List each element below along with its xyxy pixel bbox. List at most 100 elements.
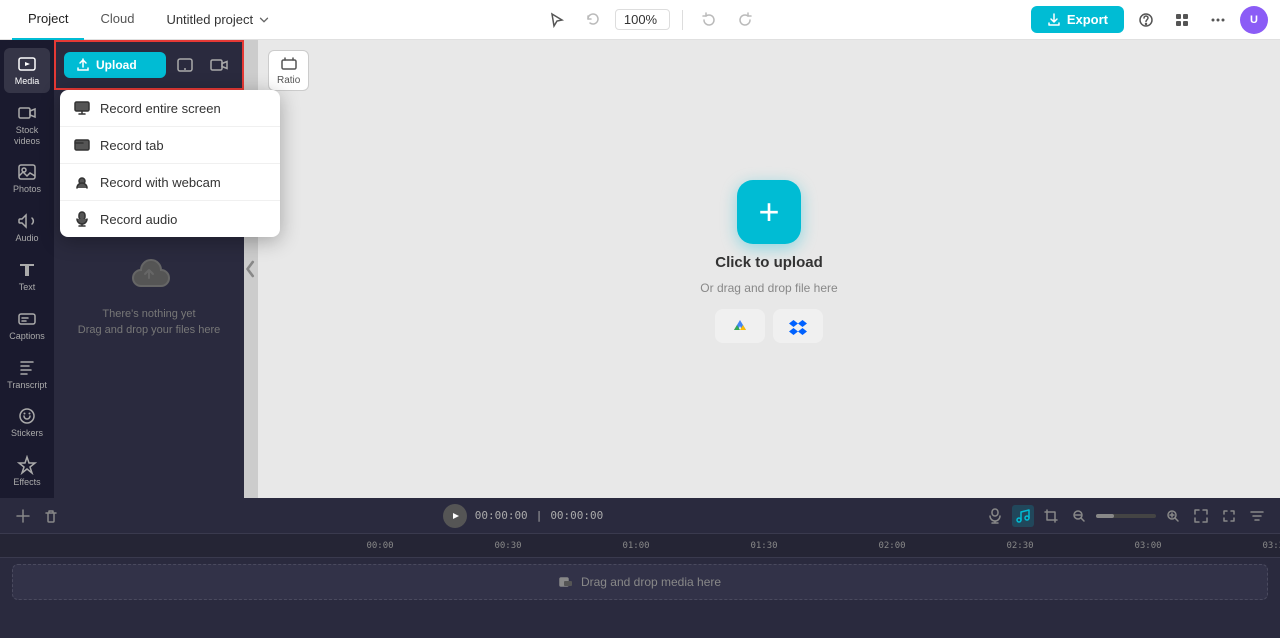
collapse-icon: [244, 255, 258, 283]
timeline-toolbar: 00:00:00 | 00:00:00: [0, 498, 1280, 534]
layout-icon: [1174, 12, 1190, 28]
more-button[interactable]: [1204, 8, 1232, 32]
sidebar-item-media[interactable]: Media: [4, 48, 50, 93]
delete-track-button[interactable]: [40, 505, 62, 527]
layout-button[interactable]: [1168, 8, 1196, 32]
export-settings-icon: [1249, 508, 1265, 524]
upload-plus-button[interactable]: +: [737, 180, 801, 244]
play-button[interactable]: [443, 504, 467, 528]
fit-icon: [1193, 508, 1209, 524]
add-track-button[interactable]: [12, 505, 34, 527]
total-time: 00:00:00: [550, 509, 603, 522]
upload-zone-subtitle: Or drag and drop file here: [700, 281, 837, 295]
upload-button[interactable]: Upload: [64, 52, 166, 78]
record-dropdown-menu: Record entire screen Record tab Record w…: [60, 90, 280, 237]
cursor-tool-button[interactable]: [543, 8, 571, 32]
undo-button[interactable]: [579, 8, 607, 32]
sidebar-icons: Media Stock videos Photos Audio Text Cap…: [0, 40, 54, 498]
timeline-toolbar-right: [984, 505, 1268, 527]
sidebar-item-transcript[interactable]: Transcript: [4, 352, 50, 397]
help-icon: [1138, 12, 1154, 28]
main-content: Media Stock videos Photos Audio Text Cap…: [0, 40, 1280, 498]
redo-button[interactable]: [731, 8, 759, 32]
ruler-mark-4: 02:00: [828, 541, 956, 551]
dropbox-button[interactable]: [773, 309, 823, 343]
sidebar-item-effects[interactable]: Effects: [4, 449, 50, 494]
zoom-slider[interactable]: [1096, 514, 1156, 518]
topbar-right: Export U: [1031, 6, 1268, 34]
sidebar-item-captions-label: Captions: [9, 331, 45, 342]
drop-zone-bar[interactable]: Drag and drop media here: [12, 564, 1268, 600]
sidebar-item-photos[interactable]: Photos: [4, 156, 50, 201]
sidebar-item-text[interactable]: Text: [4, 254, 50, 299]
ruler-mark-3: 01:30: [700, 541, 828, 551]
toolbar-divider: [682, 10, 683, 30]
bottom-area: 00:00:00 | 00:00:00: [0, 498, 1280, 638]
avatar[interactable]: U: [1240, 6, 1268, 34]
fit-button[interactable]: [1190, 505, 1212, 527]
fullscreen-icon: [1221, 508, 1237, 524]
help-button[interactable]: [1132, 8, 1160, 32]
mic-button[interactable]: [984, 505, 1006, 527]
zoom-in-button[interactable]: [1162, 505, 1184, 527]
upload-zone: + Click to upload Or drag and drop file …: [700, 180, 837, 343]
tab-group: Project Cloud: [12, 0, 150, 40]
mic-timeline-icon: [987, 508, 1003, 524]
sidebar-item-effects-label: Effects: [13, 477, 40, 488]
chevron-down-icon: [257, 13, 271, 27]
upload-icon: [76, 58, 90, 72]
sidebar-item-stickers[interactable]: Stickers: [4, 400, 50, 445]
media-icon: [17, 54, 37, 74]
stickers-icon: [17, 406, 37, 426]
undo-history-button[interactable]: [695, 8, 723, 32]
panel-empty-text: There's nothing yet Drag and drop your f…: [78, 306, 220, 339]
zoom-in-icon: [1165, 508, 1181, 524]
cursor-icon: [549, 12, 565, 28]
drag-media-icon: [559, 575, 573, 589]
captions-icon: [17, 309, 37, 329]
audio-icon: [17, 211, 37, 231]
topbar: Project Cloud Untitled project 100% Expo: [0, 0, 1280, 40]
export-button[interactable]: Export: [1031, 6, 1124, 33]
ratio-icon: [280, 55, 298, 73]
sidebar-item-stock-videos[interactable]: Stock videos: [4, 97, 50, 153]
sidebar-item-captions[interactable]: Captions: [4, 303, 50, 348]
upload-zone-title: Click to upload: [715, 254, 823, 271]
timeline-toolbar-left: [12, 505, 62, 527]
ratio-button[interactable]: Ratio: [268, 50, 309, 91]
sidebar-item-stickers-label: Stickers: [11, 428, 43, 439]
tab-project[interactable]: Project: [12, 0, 84, 40]
fullscreen-button[interactable]: [1218, 505, 1240, 527]
tablet-icon: [176, 56, 194, 74]
screen-record-button[interactable]: [204, 50, 234, 80]
mic-icon: [74, 211, 90, 227]
project-title[interactable]: Untitled project: [166, 12, 271, 27]
play-icon: [450, 511, 460, 521]
ruler-mark-6: 03:00: [1084, 541, 1212, 551]
dropbox-icon: [789, 317, 807, 335]
sidebar-item-audio[interactable]: Audio: [4, 205, 50, 250]
timeline-ruler: 00:00 00:30 01:00 01:30 02:00 02:30 03:0…: [0, 534, 1280, 558]
zoom-out-button[interactable]: [1068, 505, 1090, 527]
music-button[interactable]: [1012, 505, 1034, 527]
sidebar-item-text-label: Text: [19, 282, 36, 293]
effects-icon: [17, 455, 37, 475]
dropdown-item-record-tab[interactable]: Record tab: [60, 127, 280, 164]
google-drive-button[interactable]: [715, 309, 765, 343]
dropdown-item-record-screen[interactable]: Record entire screen: [60, 90, 280, 127]
export-settings-button[interactable]: [1246, 505, 1268, 527]
photos-icon: [17, 162, 37, 182]
music-icon: [1015, 508, 1031, 524]
ruler-mark-7: 03:30: [1212, 541, 1280, 551]
zoom-out-icon: [1071, 508, 1087, 524]
tab-cloud[interactable]: Cloud: [84, 0, 150, 40]
zoom-control[interactable]: 100%: [615, 9, 670, 30]
crop-button[interactable]: [1040, 505, 1062, 527]
dropdown-item-record-audio[interactable]: Record audio: [60, 201, 280, 237]
ruler-mark-5: 02:30: [956, 541, 1084, 551]
sidebar-item-stock-videos-label: Stock videos: [8, 125, 46, 147]
webcam-icon: [74, 174, 90, 190]
google-drive-icon: [731, 317, 749, 335]
dropdown-item-record-webcam[interactable]: Record with webcam: [60, 164, 280, 201]
tablet-view-button[interactable]: [170, 50, 200, 80]
